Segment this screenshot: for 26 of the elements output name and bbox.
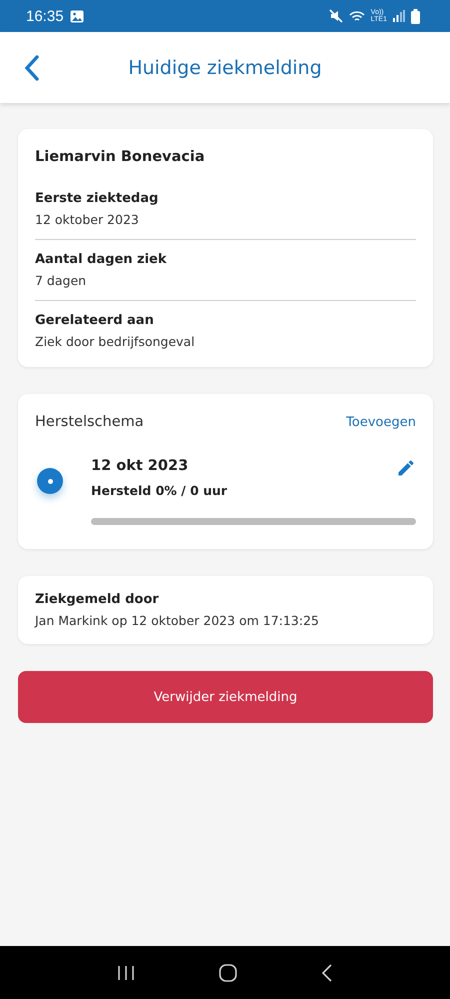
home-button[interactable] [219,964,237,982]
signal-icon [393,10,405,22]
field-value: Ziek door bedrijfsongeval [35,334,196,349]
page-title: Huidige ziekmelding [127,56,323,78]
field-value: 7 dagen [35,273,88,288]
battery-icon [411,8,420,24]
field-value: Jan Markink op 12 oktober 2023 om 17:13:25 [35,613,320,628]
field-label: Eerste ziektedag [35,191,160,206]
add-link[interactable]: Toevoegen [346,414,416,430]
status-time: 16:35 [26,8,64,24]
timeline-dot-icon [37,468,63,494]
image-icon [70,10,84,22]
field-label: Gerelateerd aan [35,313,155,328]
field-label: Aantal dagen ziek [35,252,168,267]
recent-apps-button[interactable] [117,964,135,980]
section-title: Herstelschema [35,414,144,430]
field-label: Ziekgemeld door [35,592,160,607]
entry-summary: Hersteld 0% / 0 uur [91,483,228,498]
wifi-icon [348,10,365,22]
edit-button[interactable] [396,458,416,478]
employee-name: Liemarvin Bonevacia [35,149,206,165]
back-nav-button[interactable] [321,964,333,982]
mute-icon [328,9,343,23]
delete-button[interactable]: Verwijder ziekmelding [18,671,433,723]
field-value: 12 oktober 2023 [35,212,140,227]
entry-date: 12 okt 2023 [91,458,188,474]
